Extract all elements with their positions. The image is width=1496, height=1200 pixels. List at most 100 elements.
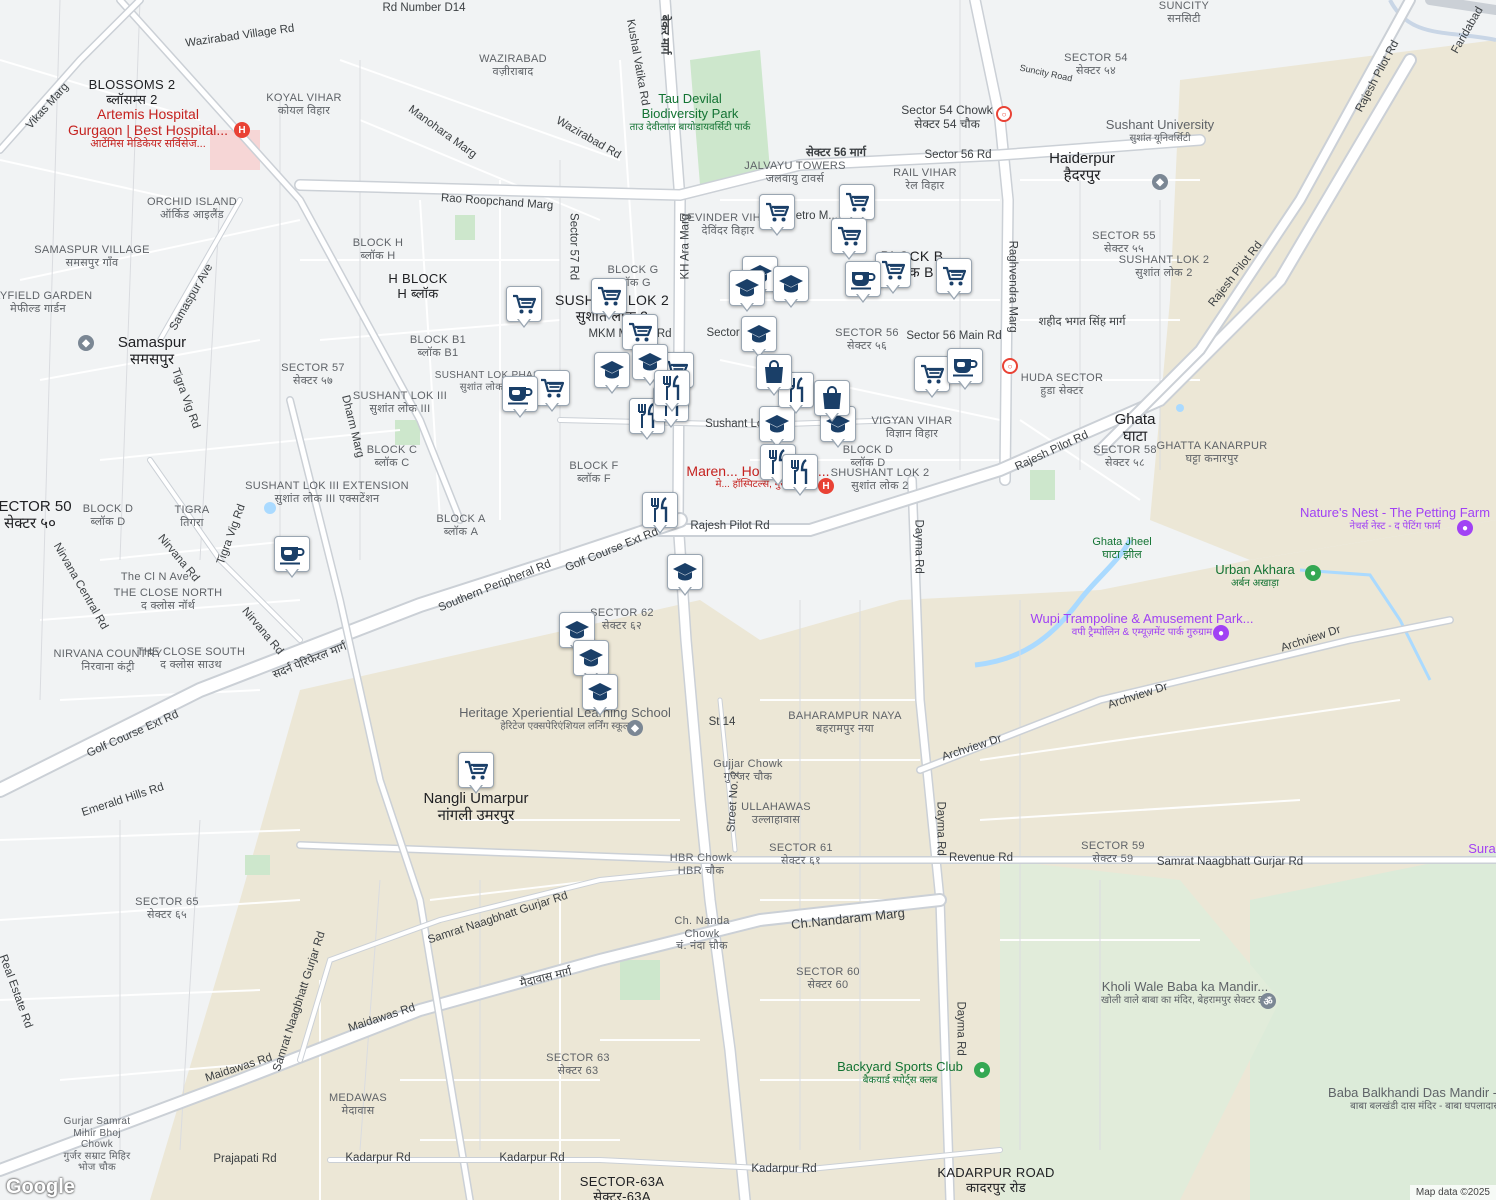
area-label: KADARPUR ROAD कादरपुर रोड: [937, 1165, 1055, 1195]
metro-icon[interactable]: ○: [996, 106, 1012, 122]
area-label: SECTOR-63A सेक्टर-63A: [579, 1174, 665, 1200]
poi-label-kholi[interactable]: Kholi Wale Baba ka Mandir... खोली वाले बा…: [1101, 979, 1269, 1006]
cart-icon[interactable]: [914, 356, 950, 400]
area-label: Ch. Nanda Chowk चं. नंदा चौक: [674, 915, 730, 953]
area-label: BLOCK B1 ब्लॉक B1: [409, 334, 467, 359]
road-label: Kadarpur Rd: [751, 1163, 817, 1175]
poi-label-sura[interactable]: Sura: [1468, 841, 1495, 857]
university-icon[interactable]: ◆: [78, 335, 94, 351]
restaurant-icon[interactable]: [642, 492, 678, 536]
restaurant-icon[interactable]: [654, 370, 690, 414]
area-label: TIGRA तिगरा: [174, 504, 210, 529]
area-label: SECTOR 55 सेक्टर ५५: [1092, 230, 1156, 255]
hospital-icon[interactable]: H: [234, 122, 250, 138]
area-label: HUDA SECTOR हुडा सेक्टर: [1020, 372, 1104, 397]
cafe-icon[interactable]: [274, 536, 310, 580]
area-label: JALVAYU TOWERS जलवायु टावर्स: [744, 160, 846, 185]
area-label: The Cl N Ave: [120, 571, 190, 583]
farm-icon[interactable]: ●: [1457, 520, 1473, 536]
area-label: KOYAL VIHAR कोयल विहार: [266, 92, 342, 117]
school-icon[interactable]: [729, 270, 765, 314]
cart-icon[interactable]: [831, 218, 867, 262]
road-label: Samrat Naagbhatt Gurjar Rd: [1156, 856, 1304, 868]
area-label: THE CLOSE NORTH द क्लोस नॉर्थ: [113, 587, 223, 612]
school-icon[interactable]: [773, 266, 809, 310]
area-label: SECTOR 63 सेक्टर 63: [546, 1052, 610, 1077]
area-label: THE CLOSE SOUTH द क्लोस साउथ: [136, 646, 246, 671]
cafe-icon[interactable]: [845, 261, 881, 305]
poi-label-backyard[interactable]: Backyard Sports Club बैकयार्ड स्पोर्ट्स क…: [837, 1059, 963, 1086]
area-label: SECTOR 58 सेक्टर ५८: [1093, 444, 1157, 469]
google-logo: Google: [6, 1176, 75, 1198]
area-label: BAHARAMPUR NAYA बहरामपुर नया: [788, 710, 902, 735]
area-label: WAZIRABAD वज़ीराबाद: [479, 53, 547, 78]
road-label: Dayma Rd: [954, 1001, 967, 1056]
poi-label-ghata-jheel[interactable]: Ghata Jheel घाटा झील: [1092, 536, 1151, 561]
area-label: SECTOR 62 सेक्टर ६२: [590, 607, 654, 632]
road-label: Kadarpur Rd: [345, 1152, 411, 1164]
area-label: SECTOR 57 सेक्टर ५७: [281, 362, 345, 387]
road-label: Sector 56 Main Rd: [906, 330, 1002, 342]
road-label: Dayma Rd: [912, 519, 925, 574]
cart-icon[interactable]: [534, 370, 570, 414]
shopping-bag-icon[interactable]: [814, 380, 850, 424]
hospital-icon[interactable]: H: [818, 478, 834, 494]
road-label: Revenue Rd: [949, 852, 1013, 864]
area-label: MEDAWAS मेदावास: [328, 1092, 388, 1117]
cart-icon[interactable]: [936, 258, 972, 302]
temple-icon[interactable]: ॐ: [1260, 993, 1276, 1009]
area-label: VIGYAN VIHAR विज्ञान विहार: [871, 415, 953, 440]
sports-icon[interactable]: ●: [974, 1062, 990, 1078]
area-label: SECTOR 65 सेक्टर ६५: [135, 896, 199, 921]
poi-label-urban-akhara[interactable]: Urban Akhara अर्बन अखाड़ा: [1215, 562, 1295, 589]
poi-label-artemis[interactable]: Artemis Hospital Gurgaon | Best Hospital.…: [68, 106, 228, 151]
road-label: Raghvendra Marg: [1006, 240, 1019, 333]
school-poi-icon[interactable]: ◆: [627, 720, 643, 736]
park-icon[interactable]: ●: [1305, 565, 1321, 581]
road-label: Prajapati Rd: [213, 1153, 277, 1165]
road-label: बेकर मार्ग: [658, 14, 671, 55]
area-label: MAYFIELD GARDENमेफील्ड गार्डन: [0, 290, 93, 315]
road-label: Sector 56 Rd: [924, 149, 992, 161]
road-label: सेक्टर 56 मार्ग: [805, 147, 867, 159]
road-label: Rajesh Pilot Rd: [690, 520, 770, 532]
poi-label-sushant-univ[interactable]: Sushant University सुशांत यूनिवर्सिटी: [1106, 117, 1214, 144]
area-label: BLOCK C ब्लॉक C: [366, 444, 418, 469]
cart-icon[interactable]: [759, 194, 795, 238]
place-label-haiderpur: Haiderpur हैदरपुर: [1049, 150, 1115, 185]
metro-icon[interactable]: ○: [1002, 358, 1018, 374]
area-label: SECTOR 61 सेक्टर ६१: [769, 842, 833, 867]
cart-icon[interactable]: [506, 286, 542, 330]
university-icon[interactable]: ◆: [1152, 174, 1168, 190]
area-label: BLOCK D ब्लॉक D: [82, 503, 134, 528]
place-label-ghata: Ghata घाटा: [1114, 411, 1156, 446]
restaurant-icon[interactable]: [782, 454, 818, 498]
area-label: BLOSSOMS 2 ब्लॉसम्स 2: [88, 77, 176, 107]
school-icon[interactable]: [582, 674, 618, 718]
road-label: Rd Number D14: [382, 2, 466, 14]
poi-label-tau[interactable]: Tau Devilal Biodiversity Park ताउ देवीलाल …: [630, 91, 751, 133]
chowk-label: Sector 54 Chowk सेक्टर 54 चौक: [901, 103, 993, 131]
shopping-bag-icon[interactable]: [756, 354, 792, 398]
amusement-icon[interactable]: ●: [1213, 625, 1229, 641]
school-icon[interactable]: [594, 352, 630, 396]
school-icon[interactable]: [667, 554, 703, 598]
map-credit[interactable]: Map data ©2025: [1409, 1185, 1496, 1200]
area-label: BLOCK A ब्लॉक A: [436, 513, 486, 538]
poi-label-baba[interactable]: Baba Balkhandi Das Mandir - Baba...बाबा …: [1328, 1085, 1496, 1112]
area-label: SHUSHANT LOK 2 सुशांत लोक 2: [830, 467, 930, 492]
area-label: GHATTA KANARPUR घट्टा कनारपुर: [1156, 440, 1268, 465]
cart-icon[interactable]: [458, 752, 494, 796]
cafe-icon[interactable]: [947, 348, 983, 392]
area-label: ORCHID ISLAND ऑर्किड आइलैंड: [146, 196, 238, 221]
area-label: SUNCITY सनसिटी: [1158, 0, 1210, 25]
road-label: Sector 57 Rd: [567, 213, 580, 281]
area-label: SUSHANT LOK III EXTENSION सुशांत लोक III …: [245, 480, 409, 505]
map-canvas[interactable]: Rajesh Pilot Rd Rajesh Pilot Rd Rajesh P…: [0, 0, 1496, 1200]
area-label: Gurjar Samrat Mihir Bhoj Chowk गुर्जर सम्…: [63, 1116, 131, 1173]
area-label: SECTOR 59 सेक्टर 59: [1081, 840, 1145, 865]
area-label: SAMASPUR VILLAGE समसपुर गाँव: [34, 244, 150, 269]
area-label: Gujjar Chowk गुज्जर चौक: [713, 758, 783, 783]
road-label: शहीद भगत सिंह मार्ग: [1038, 316, 1126, 328]
cafe-icon[interactable]: [502, 376, 538, 420]
